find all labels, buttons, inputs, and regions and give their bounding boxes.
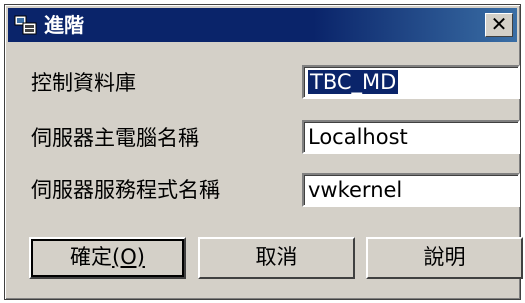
help-button[interactable]: 說明 — [366, 237, 523, 279]
ok-label: 確定 — [70, 245, 113, 269]
cancel-button[interactable]: 取消 — [198, 237, 355, 279]
cancel-label: 取消 — [255, 245, 298, 269]
title-bar[interactable]: 進階 ✕ — [8, 8, 517, 42]
help-label: 說明 — [423, 245, 466, 269]
server-service-value: vwkernel — [308, 178, 403, 202]
advanced-dialog: 進階 ✕ 控制資料庫 TBC_MD 伺服器主電腦名稱 Localhost 伺服器… — [4, 4, 523, 300]
control-db-label: 控制資料庫 — [31, 71, 136, 95]
server-service-field[interactable]: vwkernel — [302, 173, 520, 207]
server-host-field[interactable]: Localhost — [302, 120, 520, 154]
app-icon — [14, 15, 37, 35]
dialog-title: 進階 — [44, 13, 84, 37]
control-db-value: TBC_MD — [308, 70, 399, 94]
server-host-label: 伺服器主電腦名稱 — [31, 126, 199, 150]
ok-accelerator: (O) — [112, 245, 145, 269]
server-service-label: 伺服器服務程式名稱 — [31, 178, 220, 202]
close-icon: ✕ — [490, 12, 508, 36]
control-db-field[interactable]: TBC_MD — [302, 65, 520, 99]
close-button[interactable]: ✕ — [485, 13, 513, 37]
ok-button[interactable]: 確定(O) — [29, 237, 186, 279]
server-host-value: Localhost — [308, 125, 408, 149]
